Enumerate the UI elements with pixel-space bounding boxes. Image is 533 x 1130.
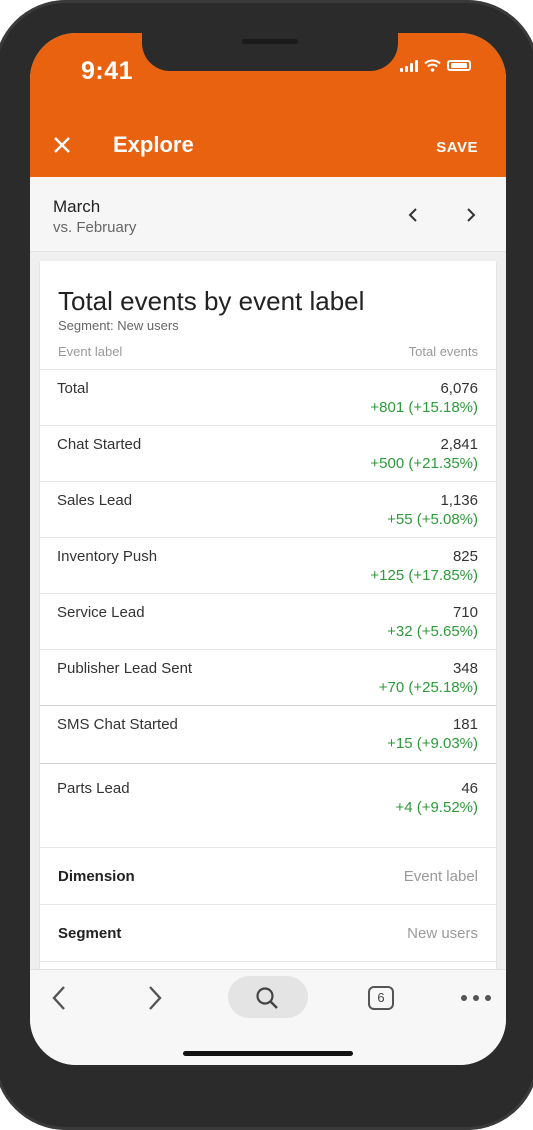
search-icon [256,987,278,1009]
save-button[interactable]: SAVE [436,139,478,156]
row-value: 348 [452,660,478,677]
report-segment: Segment: New users [58,318,179,333]
row-label: Chat Started [57,436,142,453]
row-change: +15 (+9.03%) [387,735,478,752]
tabs-count-button[interactable]: 6 [368,986,394,1010]
wifi-icon [424,59,441,72]
search-button[interactable] [228,976,308,1018]
page-title: Explore [113,132,194,157]
more-icon[interactable] [460,994,492,1002]
row-value: 2,841 [440,436,478,453]
table-row[interactable]: Sales Lead 1,136 +55 (+5.08%) [40,481,496,537]
dimension-label: Dimension [58,868,135,885]
app-screen: 9:41 Explore SAVE March vs. February Tot… [30,33,506,1065]
row-change: +55 (+5.08%) [387,511,478,528]
table-row[interactable]: SMS Chat Started 181 +15 (+9.03%) [40,705,496,763]
event-table: Total 6,076 +801 (+15.18%) Chat Started … [40,369,496,821]
table-row[interactable]: Publisher Lead Sent 348 +70 (+25.18%) [40,649,496,705]
date-range-current: March [53,197,101,216]
row-value: 181 [452,716,478,733]
browser-toolbar: 6 [30,969,506,1065]
report-card: Total events by event label Segment: New… [40,261,496,1000]
table-row[interactable]: Service Lead 710 +32 (+5.65%) [40,593,496,649]
chevron-left-icon[interactable] [404,205,424,225]
row-value: 6,076 [440,380,478,397]
row-value: 1,136 [440,492,478,509]
row-change: +32 (+5.65%) [387,623,478,640]
table-row[interactable]: Parts Lead 46 +4 (+9.52%) [40,763,496,821]
dimension-value: Event label [403,868,478,885]
row-change: +801 (+15.18%) [370,399,478,416]
segment-row[interactable]: Segment New users [40,904,496,962]
dimension-row[interactable]: Dimension Event label [40,847,496,905]
device-notch [142,33,398,71]
row-label: Service Lead [57,604,145,621]
date-range-bar: March vs. February [30,177,506,252]
row-value: 710 [452,604,478,621]
home-indicator [183,1051,353,1056]
chevron-right-icon[interactable] [460,205,480,225]
column-header-label: Event label [58,344,123,359]
status-icons [400,59,471,72]
segment-label: Segment [58,925,122,942]
row-value: 46 [461,780,478,797]
segment-value: New users [407,925,478,942]
column-header-value: Total events [408,344,478,359]
signal-icon [400,59,418,72]
row-label: Total [57,380,89,397]
date-range-compare: vs. February [53,219,137,236]
status-time: 9:41 [81,57,134,85]
row-label: Parts Lead [57,780,130,797]
row-label: Sales Lead [57,492,133,509]
row-value: 825 [452,548,478,565]
report-title: Total events by event label [58,286,365,316]
row-change: +125 (+17.85%) [370,567,478,584]
battery-icon [447,60,471,71]
row-label: Publisher Lead Sent [57,660,193,677]
back-icon[interactable] [50,984,68,1012]
row-label: Inventory Push [57,548,158,565]
table-row[interactable]: Total 6,076 +801 (+15.18%) [40,369,496,425]
row-change: +4 (+9.52%) [395,799,478,816]
row-change: +70 (+25.18%) [378,679,478,696]
table-row[interactable]: Inventory Push 825 +125 (+17.85%) [40,537,496,593]
close-icon[interactable] [48,131,76,159]
table-row[interactable]: Chat Started 2,841 +500 (+21.35%) [40,425,496,481]
forward-icon[interactable] [146,984,164,1012]
row-label: SMS Chat Started [57,716,178,733]
row-change: +500 (+21.35%) [370,455,478,472]
